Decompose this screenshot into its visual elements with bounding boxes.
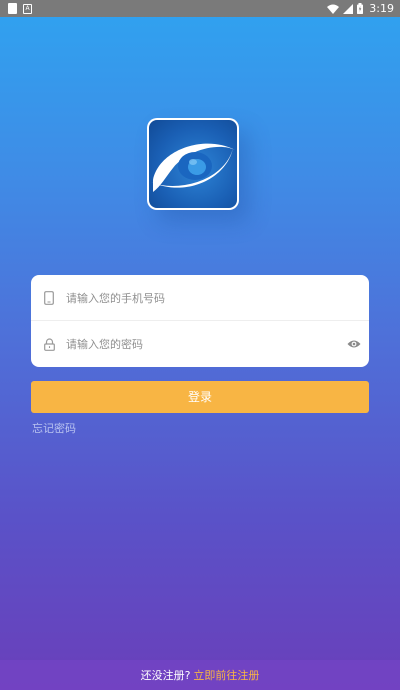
phone-icon (42, 291, 56, 305)
app-notification-icon: A (23, 3, 32, 14)
login-form-card (31, 275, 369, 367)
notification-icon (8, 3, 17, 14)
register-link[interactable]: 立即前往注册 (193, 667, 259, 683)
app-logo (147, 118, 239, 210)
phone-input[interactable] (66, 291, 316, 305)
lock-icon (42, 337, 56, 351)
register-prompt: 还没注册? (140, 669, 191, 682)
phone-field (31, 275, 369, 321)
bottom-register-bar: 还没注册? 立即前往注册 (0, 660, 400, 690)
password-field (31, 321, 369, 367)
login-button[interactable]: 登录 (31, 381, 369, 413)
status-time: 3:19 (369, 2, 394, 15)
status-bar: A 3:19 (0, 0, 400, 17)
status-bar-left: A (8, 3, 32, 14)
wifi-icon (327, 4, 340, 14)
signal-icon (343, 3, 354, 14)
eye-icon[interactable] (347, 336, 361, 350)
forgot-password-link[interactable]: 忘记密码 (32, 420, 76, 436)
battery-icon (357, 3, 364, 14)
password-input[interactable] (66, 337, 316, 351)
status-bar-right: 3:19 (327, 2, 394, 15)
app-logo-icon (149, 120, 237, 208)
